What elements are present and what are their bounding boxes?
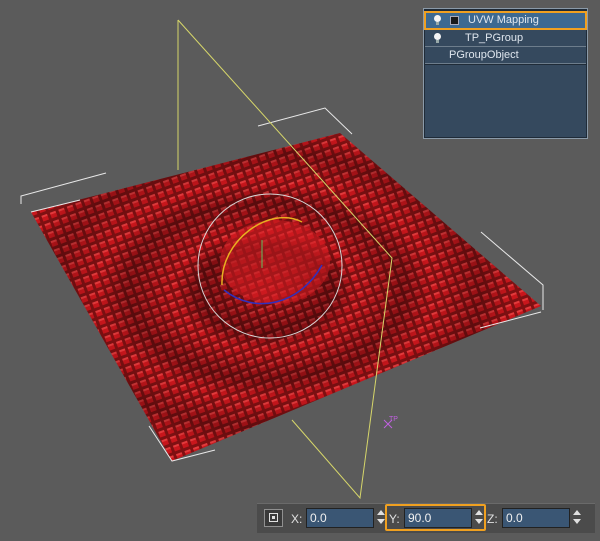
z-spinner[interactable] bbox=[572, 509, 582, 527]
y-axis-label: Y: bbox=[389, 512, 400, 526]
y-coordinate-field[interactable] bbox=[404, 508, 472, 528]
stack-item-tp-pgroup[interactable]: TP_PGroup bbox=[425, 30, 586, 47]
stack-item-label: PGroupObject bbox=[449, 49, 519, 61]
absolute-offset-toggle-button[interactable] bbox=[264, 509, 283, 527]
z-coordinate-field[interactable] bbox=[502, 508, 570, 528]
x-coordinate-field[interactable] bbox=[306, 508, 374, 528]
x-axis-label: X: bbox=[291, 512, 303, 526]
x-spinner[interactable] bbox=[376, 509, 386, 527]
modifier-icon bbox=[450, 15, 459, 25]
z-axis-label: Z: bbox=[487, 512, 498, 526]
tp-helper-icon[interactable]: TP bbox=[383, 416, 398, 429]
stack-empty-area bbox=[425, 65, 586, 137]
modifier-stack-panel: UVW Mapping TP_PGroup PGroupObject bbox=[423, 8, 588, 139]
center-mound bbox=[220, 220, 330, 304]
bulb-icon[interactable] bbox=[433, 14, 442, 26]
bulb-icon[interactable] bbox=[433, 32, 442, 44]
transform-mode-icon bbox=[269, 513, 278, 522]
stack-item-label: TP_PGroup bbox=[465, 32, 524, 44]
stack-item-pgroupobject[interactable]: PGroupObject bbox=[425, 47, 586, 64]
tp-helper-label: TP bbox=[389, 416, 398, 423]
stack-item-uvw-mapping[interactable]: UVW Mapping bbox=[424, 11, 587, 30]
coordinate-bar: X: Y: Z: bbox=[257, 503, 595, 533]
y-spinner[interactable] bbox=[474, 509, 484, 527]
stack-item-label: UVW Mapping bbox=[468, 14, 539, 26]
